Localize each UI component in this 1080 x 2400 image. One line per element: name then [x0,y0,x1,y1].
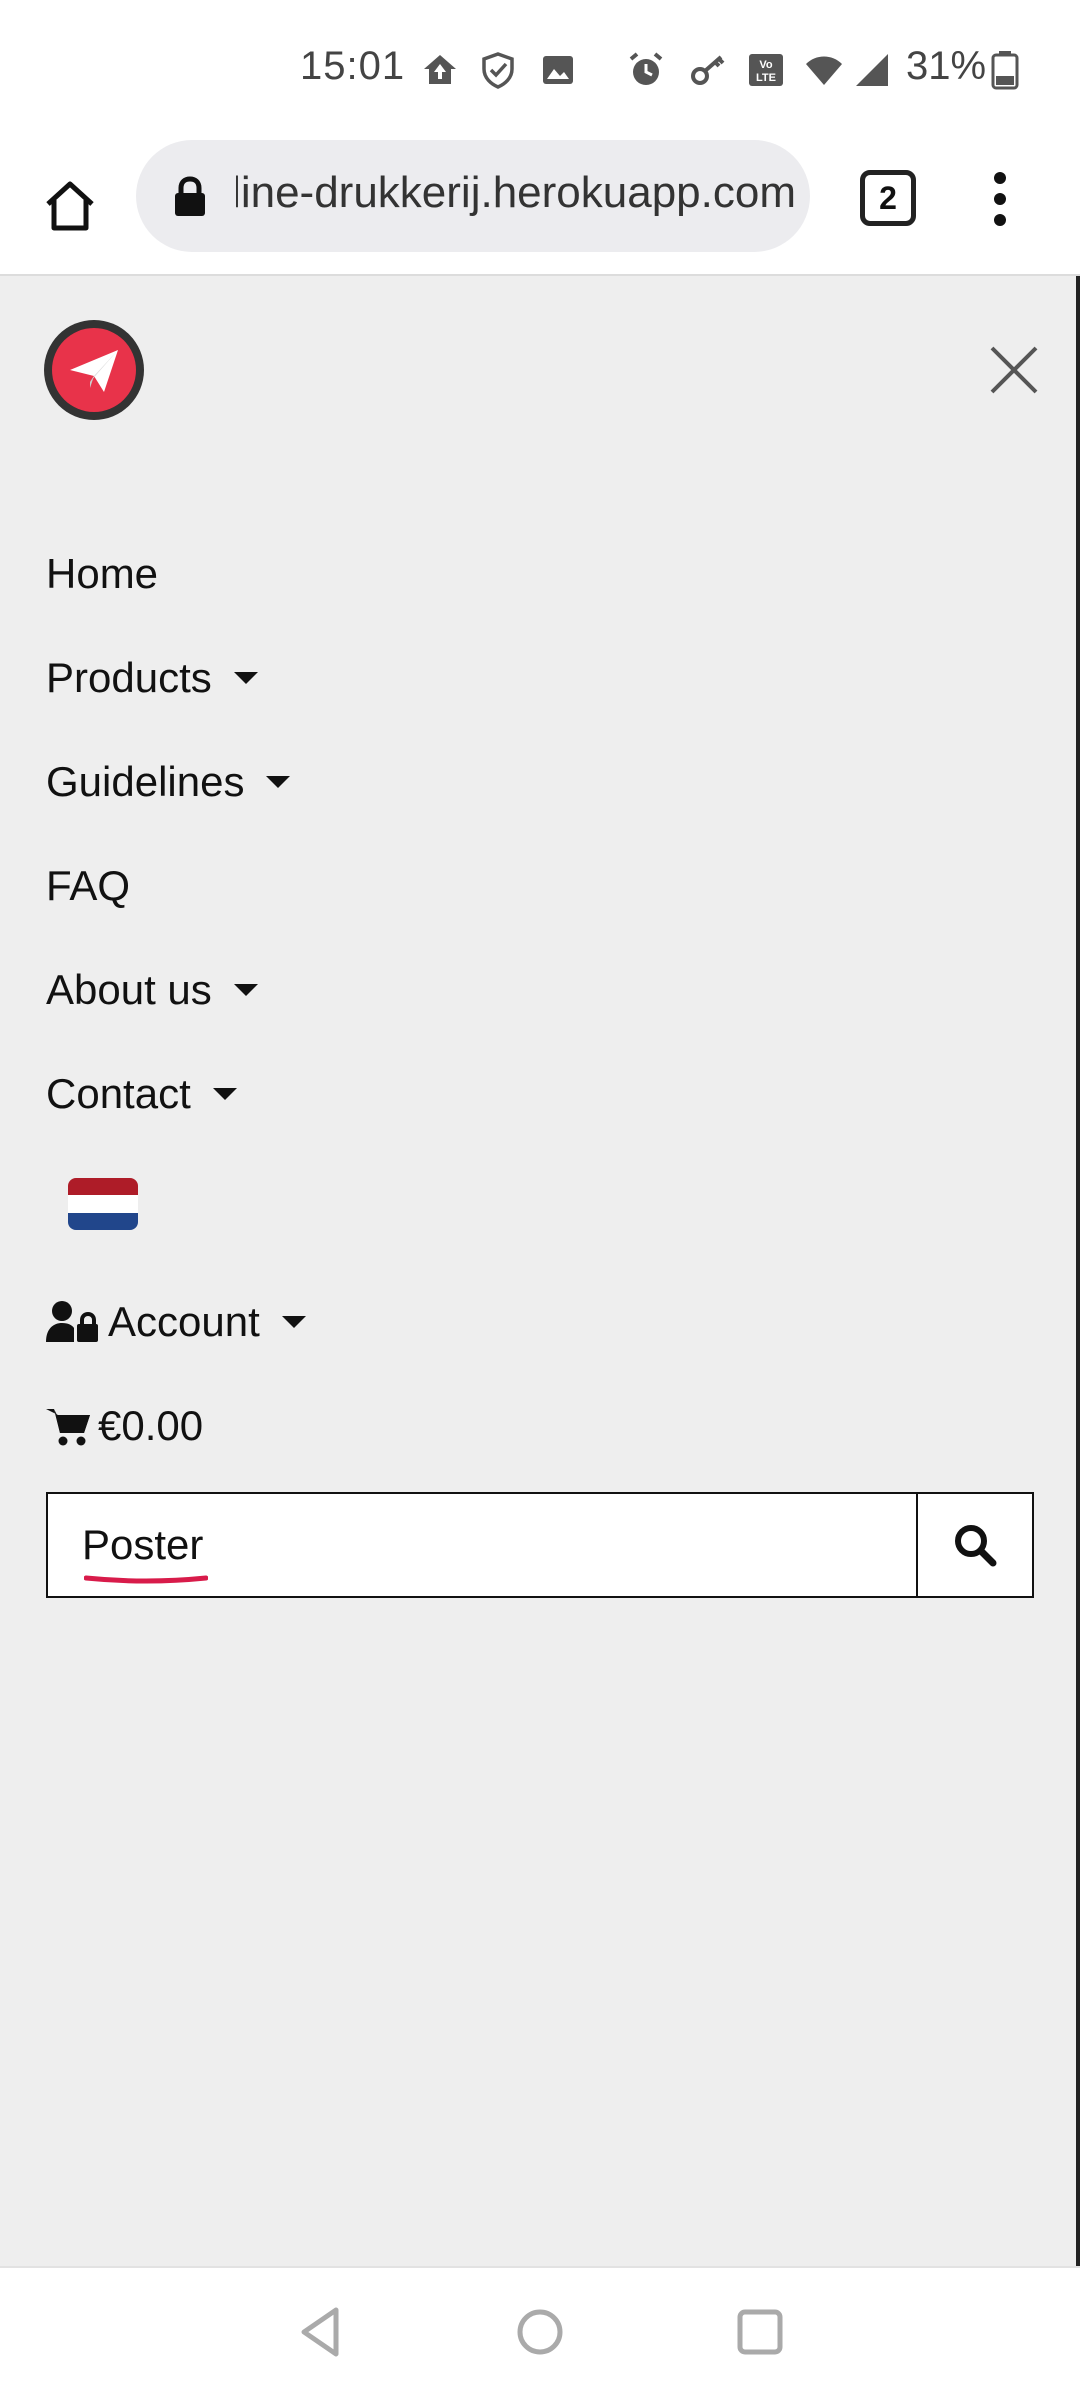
signal-icon [856,54,888,86]
main-nav: Home Products Guidelines FAQ About us Co… [46,522,846,1146]
nav-item-label: Home [46,550,159,597]
home-upload-icon [424,55,456,84]
url-text[interactable]: online-drukkerij.herokuapp.com [236,168,796,228]
caret-down-icon [233,672,258,684]
lock-icon [175,176,205,216]
home-nav-icon[interactable] [510,2302,570,2362]
search-form [46,1492,1034,1598]
svg-text:LTE: LTE [756,72,776,84]
battery-icon [991,51,1019,90]
nav-item-guidelines[interactable]: Guidelines [46,730,846,834]
caret-down-icon [266,776,291,788]
mobile-menu-overlay: Home Products Guidelines FAQ About us Co… [0,276,1080,2266]
search-icon [955,1525,997,1567]
wifi-icon [806,56,842,85]
battery-percent: 31% [906,44,987,88]
tab-switcher-button[interactable]: 2 [860,170,916,226]
language-flag-nl[interactable] [68,1178,138,1230]
nav-item-about-us[interactable]: About us [46,938,846,1042]
browser-toolbar: online-drukkerij.herokuapp.com 2 [0,140,1080,276]
svg-text:Vo: Vo [759,59,773,71]
caret-down-icon [233,984,258,996]
nav-item-contact[interactable]: Contact [46,1042,846,1146]
nav-item-home[interactable]: Home [46,522,846,626]
shopping-cart-icon [46,1409,90,1446]
volte-icon: Vo LTE [749,54,783,86]
account-label: Account [108,1298,260,1345]
nav-item-label: Guidelines [46,758,245,805]
cart-link[interactable]: €0.00 [46,1374,203,1478]
nav-item-products[interactable]: Products [46,626,846,730]
status-bar: 15:01 Vo LTE 31% [0,0,1080,140]
site-logo[interactable] [44,320,144,420]
image-icon [543,56,573,84]
paper-plane-icon [70,350,118,392]
nav-item-label: Contact [46,1070,191,1117]
account-menu[interactable]: Account [46,1270,306,1374]
home-button[interactable] [30,166,110,246]
search-button[interactable] [916,1494,1032,1596]
caret-down-icon [212,1088,237,1100]
nav-item-faq[interactable]: FAQ [46,834,846,938]
nav-item-label: Products [46,654,212,701]
back-icon[interactable] [292,2302,352,2362]
nav-item-label: About us [46,966,212,1013]
browser-menu-icon[interactable] [970,164,1030,234]
caret-down-icon [281,1316,306,1328]
home-icon [46,181,94,231]
system-nav-bar [0,2266,1080,2400]
nav-item-label: FAQ [46,862,131,909]
status-time: 15:01 [300,44,406,88]
recents-icon[interactable] [730,2302,790,2362]
shield-icon [482,52,514,89]
user-lock-icon [46,1301,98,1342]
alarm-icon [629,52,663,85]
cart-total: €0.00 [98,1402,204,1449]
close-menu-icon[interactable] [982,338,1046,402]
spellcheck-underline [84,1575,208,1584]
key-icon [691,55,725,85]
address-bar[interactable]: online-drukkerij.herokuapp.com [136,140,810,252]
